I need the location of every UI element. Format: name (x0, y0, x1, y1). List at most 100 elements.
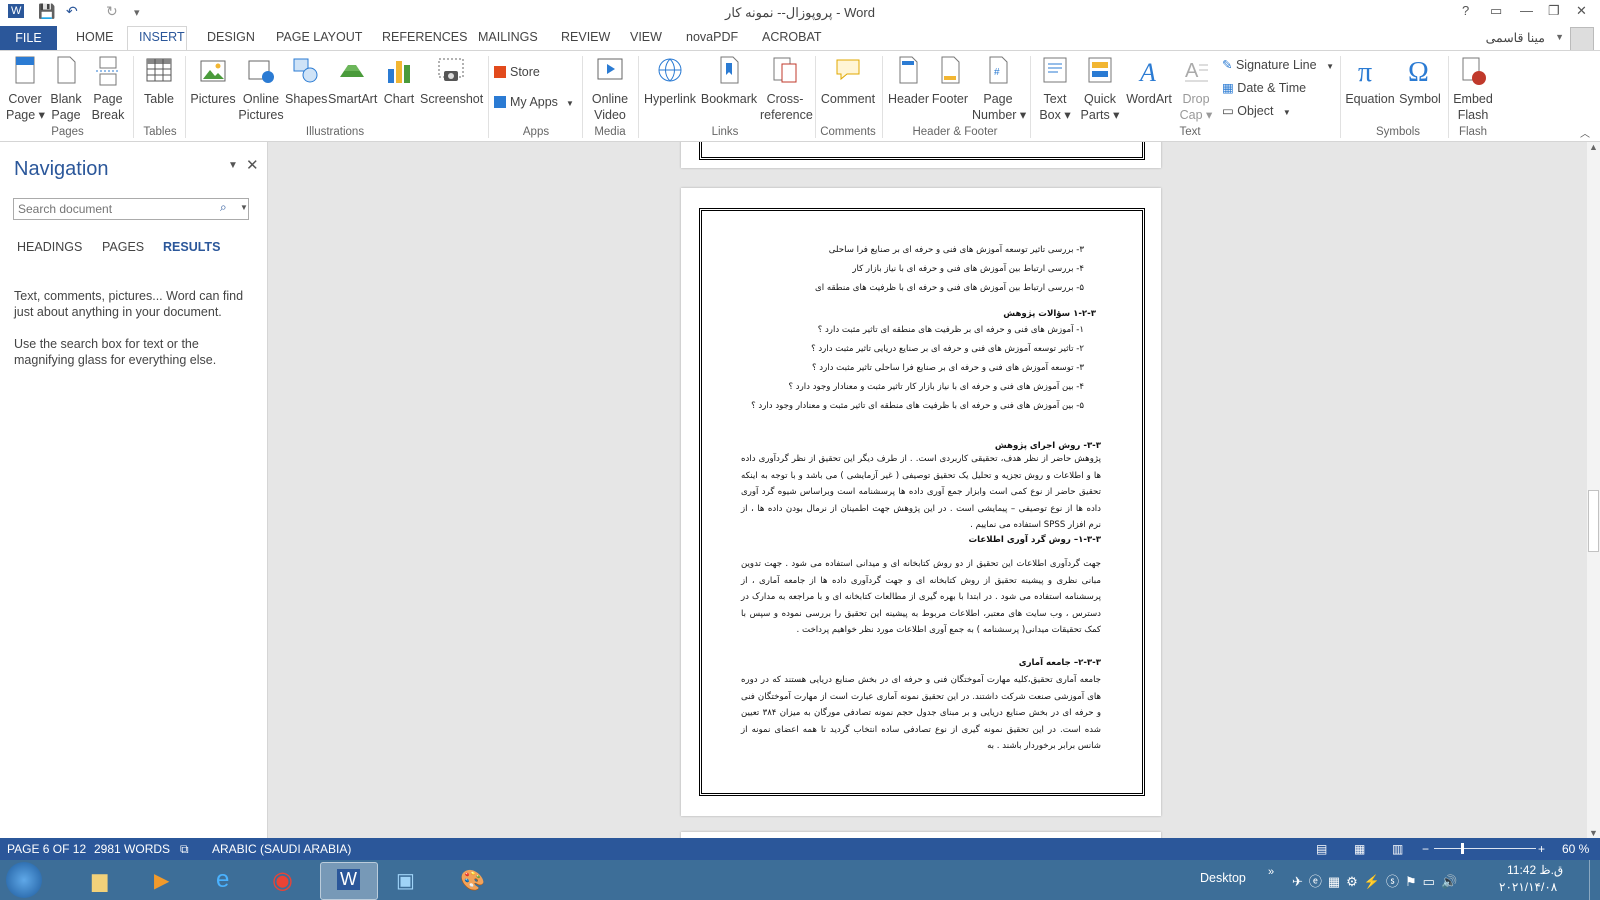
clock-date[interactable]: ۲۰۲۱/۱۴/۰۸ (1499, 880, 1557, 894)
tab-home[interactable]: HOME (76, 30, 114, 44)
cross-reference-button[interactable]: Cross- reference (760, 55, 813, 123)
account-name[interactable]: مینا قاسمی (1486, 30, 1545, 45)
tab-pages[interactable]: PAGES (102, 240, 144, 254)
web-layout-icon[interactable]: ▥ (1392, 842, 1403, 856)
smartart-button[interactable]: SmartArt (328, 55, 377, 107)
tab-insert[interactable]: INSERT (139, 30, 185, 44)
magnifier-icon[interactable]: ⌕ (220, 200, 227, 215)
read-mode-icon[interactable]: ▤ (1316, 842, 1327, 856)
page-number-icon: # (989, 56, 1008, 84)
page-count[interactable]: PAGE 6 OF 12 (7, 842, 86, 856)
cover-page-button[interactable]: Cover Page ▾ (6, 55, 45, 123)
chevron-down-icon[interactable]: ▼ (240, 203, 248, 212)
navigation-pane: Navigation ▼ ✕ ⌕ ▼ HEADINGS PAGES RESULT… (0, 142, 268, 838)
wordart-button[interactable]: A WordArt (1124, 55, 1174, 107)
tab-results[interactable]: RESULTS (163, 240, 220, 254)
zoom-slider[interactable] (1434, 843, 1536, 854)
maximize-button[interactable]: ❐ (1548, 3, 1560, 19)
tab-novapdf[interactable]: novaPDF (686, 30, 738, 44)
system-tray-icons[interactable]: ✈ⓔ▦⚙⚡ⓢ⚑▭🔊 (1292, 871, 1463, 890)
scroll-thumb[interactable] (1588, 490, 1599, 552)
my-apps-button[interactable]: My Apps ▼ (494, 95, 574, 109)
pane-options-icon[interactable]: ▼ (228, 160, 238, 171)
group-label-links: Links (711, 126, 739, 138)
explorer-taskbar-button[interactable]: ▆ (76, 862, 132, 898)
tab-review[interactable]: REVIEW (561, 30, 610, 44)
object-button[interactable]: ▭ Object ▼ (1222, 103, 1291, 118)
text-box-button[interactable]: Text Box ▾ (1035, 55, 1075, 123)
word-count[interactable]: 2981 WORDS (94, 842, 170, 856)
group-divider (582, 56, 583, 138)
photos-taskbar-button[interactable]: ▣ (380, 862, 436, 898)
chevron-down-icon[interactable]: ▼ (1555, 32, 1564, 42)
page-break-button[interactable]: Page Break (90, 55, 126, 123)
embed-flash-button[interactable]: Embed Flash (1452, 55, 1494, 123)
chart-button[interactable]: Chart (380, 55, 418, 107)
zoom-level[interactable]: 60 % (1562, 842, 1589, 856)
tab-mailings[interactable]: MAILINGS (478, 30, 538, 44)
chevron-right-icon[interactable]: » (1268, 866, 1274, 878)
section-heading: ۲-۳-۳– جامعه آماری (1018, 658, 1101, 668)
hyperlink-icon (658, 58, 682, 82)
equation-button[interactable]: π Equation (1344, 55, 1396, 107)
collapse-ribbon-icon[interactable]: ︿ (1580, 125, 1590, 140)
desktop-toolbar[interactable]: Desktop (1200, 871, 1246, 885)
proofing-icon[interactable]: ⧉ (180, 842, 189, 857)
table-button[interactable]: Table (140, 55, 178, 107)
scroll-up-icon[interactable]: ▲ (1589, 142, 1598, 152)
page-number-button[interactable]: # Page Number ▾ (972, 55, 1026, 123)
online-video-button[interactable]: Online Video (588, 55, 632, 123)
tab-headings[interactable]: HEADINGS (17, 240, 82, 254)
comment-button[interactable]: Comment (820, 55, 876, 107)
paint-taskbar-button[interactable]: 🎨 (444, 862, 500, 898)
print-layout-icon[interactable]: ▦ (1354, 842, 1365, 856)
online-pictures-button[interactable]: Online Pictures (238, 55, 284, 123)
chrome-taskbar-button[interactable]: ◉ (258, 862, 314, 898)
clock-time[interactable]: 11:42 ق.ظ (1507, 863, 1563, 877)
language-indicator[interactable]: ARABIC (SAUDI ARABIA) (212, 842, 351, 856)
minimize-button[interactable]: — (1520, 3, 1533, 18)
zoom-out-button[interactable]: − (1422, 842, 1429, 856)
avatar[interactable] (1570, 27, 1594, 51)
help-button[interactable]: ? (1462, 3, 1469, 18)
show-desktop-button[interactable] (1589, 860, 1600, 900)
signature-line-button[interactable]: ✎ Signature Line ▼ (1222, 57, 1334, 72)
close-icon[interactable]: ✕ (246, 156, 259, 174)
store-button[interactable]: Store (494, 65, 540, 79)
vertical-scrollbar[interactable]: ▲ ▼ (1587, 142, 1600, 838)
tab-view[interactable]: VIEW (630, 30, 662, 44)
blank-page-button[interactable]: Blank Page (48, 55, 84, 123)
drop-cap-button[interactable]: A Drop Cap ▾ (1176, 55, 1216, 123)
list-item: ۱- آموزش های فنی و حرفه ای بر ظرفیت های … (817, 325, 1084, 335)
section-heading: ۱-۳-۳– روش گرد آوری اطلاعات (968, 535, 1101, 545)
hyperlink-button[interactable]: Hyperlink (642, 55, 698, 107)
tab-acrobat[interactable]: ACROBAT (762, 30, 822, 44)
shapes-button[interactable]: Shapes (285, 55, 327, 107)
quick-parts-button[interactable]: Quick Parts ▾ (1078, 55, 1122, 123)
scroll-down-icon[interactable]: ▼ (1589, 828, 1598, 838)
pictures-button[interactable]: Pictures (190, 55, 236, 107)
word-taskbar-button[interactable]: W (320, 862, 378, 900)
footer-button[interactable]: Footer (930, 55, 970, 107)
quick-parts-icon (1088, 57, 1112, 83)
document-page[interactable]: ۳- بررسی تاثیر توسعه آموزش های فنی و حرف… (681, 188, 1161, 816)
symbol-button[interactable]: Ω Symbol (1397, 55, 1443, 107)
date-time-button[interactable]: ▦ Date & Time (1222, 80, 1306, 95)
screenshot-button[interactable]: Screenshot (420, 55, 483, 107)
ie-taskbar-button[interactable]: e (200, 862, 256, 898)
tab-file[interactable]: FILE (0, 26, 57, 50)
comment-icon (836, 59, 860, 81)
start-button[interactable] (6, 862, 42, 898)
ribbon-display-options-icon[interactable]: ▭ (1490, 3, 1502, 19)
tab-design[interactable]: DESIGN (207, 30, 255, 44)
header-button[interactable]: Header (888, 55, 929, 107)
search-input[interactable] (13, 198, 249, 220)
bookmark-button[interactable]: Bookmark (700, 55, 758, 107)
close-button[interactable]: ✕ (1576, 3, 1587, 19)
ribbon-insert: Cover Page ▾ Blank Page Page Break Pages… (0, 50, 1600, 142)
media-taskbar-button[interactable]: ▶ (136, 862, 192, 898)
tab-references[interactable]: REFERENCES (382, 30, 467, 44)
zoom-slider-thumb[interactable] (1461, 843, 1464, 854)
tab-page-layout[interactable]: PAGE LAYOUT (276, 30, 362, 44)
zoom-in-button[interactable]: + (1538, 842, 1545, 856)
